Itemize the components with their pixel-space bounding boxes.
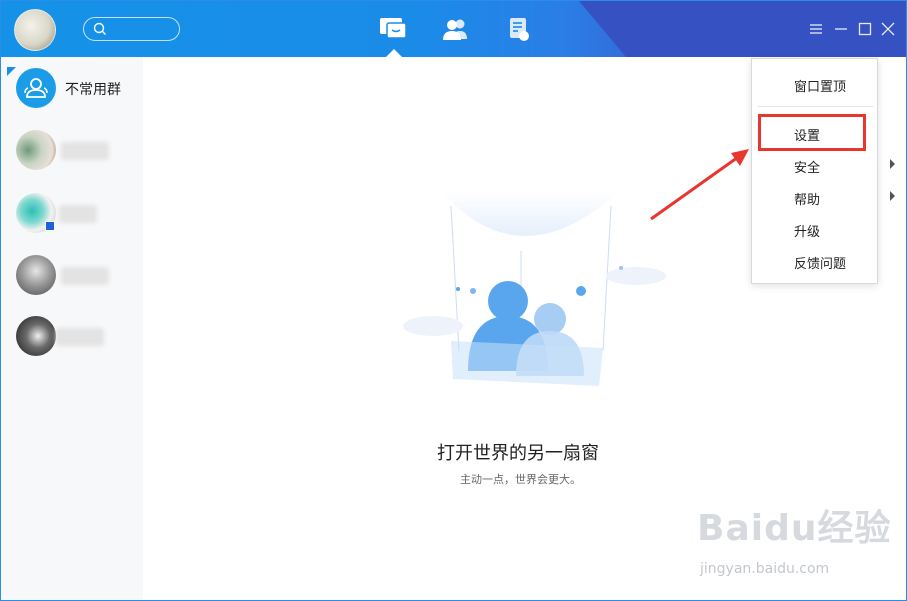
list-item[interactable] xyxy=(16,193,141,235)
maximize-icon[interactable] xyxy=(857,21,873,37)
files-icon xyxy=(510,18,529,41)
blurred-name xyxy=(61,142,109,160)
list-item[interactable] xyxy=(16,255,141,297)
list-item[interactable] xyxy=(16,130,141,172)
corner-marker xyxy=(7,67,16,76)
list-item[interactable] xyxy=(16,316,141,358)
menu-divider xyxy=(758,106,873,107)
search-input[interactable] xyxy=(112,20,172,38)
blurred-name xyxy=(56,328,104,346)
menu-item-label: 反馈问题 xyxy=(794,257,847,272)
empty-state-title: 打开世界的另一扇窗 xyxy=(437,443,599,464)
menu-icon[interactable] xyxy=(808,21,824,37)
menu-item-label: 安全 xyxy=(794,161,821,176)
tab-files[interactable] xyxy=(504,15,534,43)
conversation-list: 不常用群 xyxy=(1,57,143,600)
settings-menu: 窗口置顶 设置 安全 帮助 升级 反馈问题 xyxy=(751,58,878,284)
menu-item-upgrade[interactable]: 升级 xyxy=(752,215,877,243)
app-window: 不常用群 打开世界的另一扇窗 主动一点，世界会更大。 窗口置顶 设置 安全 帮助… xyxy=(0,0,907,601)
blurred-name xyxy=(59,205,97,223)
group-avatar xyxy=(16,68,56,108)
status-badge xyxy=(45,221,55,231)
message-icon xyxy=(380,18,407,39)
tab-contacts[interactable] xyxy=(441,15,471,43)
watermark-url: jingyan.baidu.com xyxy=(700,561,830,577)
user-avatar[interactable] xyxy=(14,9,56,51)
contacts-icon xyxy=(443,19,467,40)
menu-item-label: 窗口置顶 xyxy=(794,80,847,95)
group-icon xyxy=(24,78,48,98)
annotation-arrow-icon xyxy=(650,149,749,221)
search-icon xyxy=(93,22,106,35)
menu-item-pin-window[interactable]: 窗口置顶 xyxy=(752,70,877,98)
empty-state-illustration xyxy=(403,191,666,386)
watermark: Baidu经验 jingyan.baidu.com xyxy=(695,499,890,584)
empty-state-subtitle: 主动一点，世界会更大。 xyxy=(460,473,581,486)
menu-item-feedback[interactable]: 反馈问题 xyxy=(752,247,877,275)
submenu-arrow-icon xyxy=(890,159,895,169)
avatar xyxy=(16,130,56,170)
avatar xyxy=(16,316,56,356)
menu-item-label: 升级 xyxy=(794,225,821,240)
annotation-highlight-box xyxy=(758,114,866,151)
tab-messages[interactable] xyxy=(378,15,408,43)
active-tab-indicator xyxy=(386,49,402,57)
minimize-icon[interactable] xyxy=(833,21,849,37)
avatar xyxy=(16,255,56,295)
menu-item-label: 帮助 xyxy=(794,193,821,208)
search-box[interactable] xyxy=(83,17,180,41)
close-icon[interactable] xyxy=(880,21,896,37)
blurred-name xyxy=(61,267,109,285)
list-item-label: 不常用群 xyxy=(65,82,121,98)
title-bar xyxy=(1,1,906,57)
menu-item-security[interactable]: 安全 xyxy=(752,151,877,179)
list-item-infrequent-groups[interactable]: 不常用群 xyxy=(16,68,141,110)
submenu-arrow-icon xyxy=(890,191,895,201)
menu-item-help[interactable]: 帮助 xyxy=(752,183,877,211)
watermark-logo: Baidu经验 xyxy=(697,508,892,549)
